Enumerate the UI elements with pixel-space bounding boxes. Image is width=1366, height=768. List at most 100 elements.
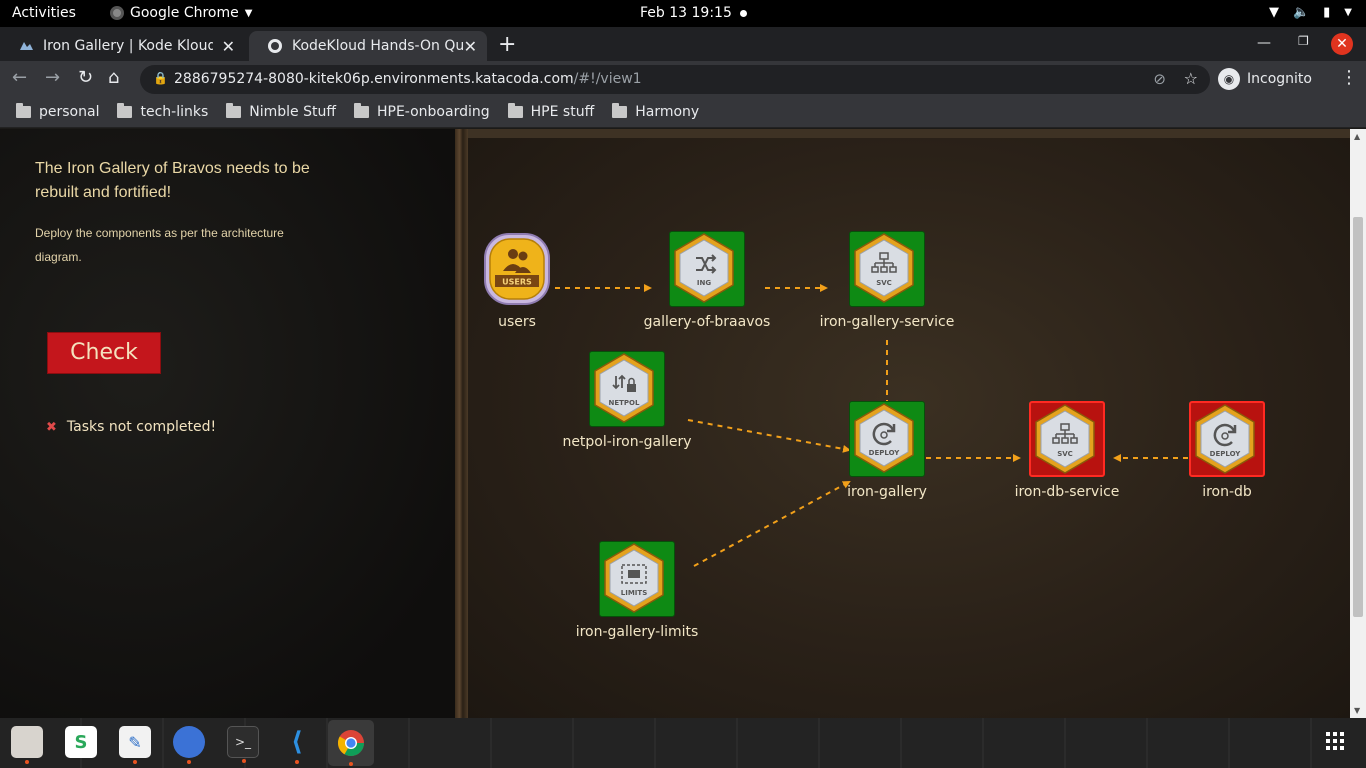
- files-app-icon[interactable]: [11, 726, 43, 764]
- task-instruction: Deploy the components as per the archite…: [35, 226, 284, 264]
- new-tab-button[interactable]: +: [498, 32, 516, 57]
- browser-toolbar: ← → ↻ ⌂ 🔒 2886795274-8080-kitek06p.envir…: [0, 61, 1366, 97]
- folder-icon: [507, 103, 523, 118]
- folder-icon: [117, 103, 133, 118]
- limits-icon: LIMITS: [604, 543, 664, 613]
- bookmark-folder-hpe-onboarding[interactable]: HPE-onboarding: [353, 103, 490, 120]
- node-label-iron-db-service: iron-db-service: [1014, 484, 1120, 500]
- svg-text:DEPLOY: DEPLOY: [1210, 450, 1242, 458]
- node-label-iron-gallery-service: iron-gallery-service: [819, 314, 955, 330]
- activities-button[interactable]: Activities: [12, 5, 76, 21]
- tab-kodekloud-quiz[interactable]: KodeKloud Hands-On Quiz ✕: [249, 31, 487, 61]
- close-tab-icon[interactable]: ✕: [464, 37, 477, 56]
- svg-text:SVC: SVC: [876, 279, 892, 287]
- terminal-app-icon[interactable]: >_: [227, 726, 259, 763]
- incognito-profile-button[interactable]: ◉ Incognito: [1218, 66, 1312, 92]
- chevron-down-icon: ▼: [1344, 7, 1352, 18]
- svg-text:LIMITS: LIMITS: [621, 589, 647, 597]
- wifi-icon: ▼: [1268, 5, 1279, 20]
- page-content: The Iron Gallery of Bravos needs to be r…: [0, 129, 1366, 718]
- bookmark-folder-tech-links[interactable]: tech-links: [117, 103, 208, 120]
- home-icon[interactable]: ⌂: [108, 67, 119, 88]
- chrome-app-icon[interactable]: [328, 720, 374, 766]
- node-iron-db[interactable]: DEPLOY: [1189, 401, 1265, 477]
- bookmark-folder-hpe-stuff[interactable]: HPE stuff: [507, 103, 595, 120]
- task-status-text: Tasks not completed!: [66, 419, 217, 435]
- caret-down-icon: ▼: [244, 7, 253, 19]
- eye-off-icon[interactable]: ⊘: [1153, 70, 1166, 88]
- chromium-app-icon[interactable]: [173, 726, 205, 764]
- vscode-app-icon[interactable]: ⟨: [281, 726, 313, 764]
- edge-netpol-iron-gallery-to-iron-gallery: [687, 419, 851, 453]
- tab-title: Iron Gallery | Kode Kloud: [43, 38, 213, 54]
- node-users[interactable]: USERS: [482, 231, 552, 307]
- node-iron-db-service[interactable]: SVC: [1029, 401, 1105, 477]
- task-headline: The Iron Gallery of Bravos needs to be r…: [35, 160, 310, 201]
- system-tray[interactable]: ▼ 🔈 ▮ ▼: [1269, 5, 1352, 20]
- service-icon: SVC: [854, 233, 914, 303]
- chrome-icon: [110, 6, 124, 20]
- bookmark-folder-personal[interactable]: personal: [16, 103, 100, 120]
- bookmark-folder-nimble-stuff[interactable]: Nimble Stuff: [226, 103, 336, 120]
- bookmarks-bar: personal tech-links Nimble Stuff HPE-onb…: [0, 97, 1366, 128]
- app-menu[interactable]: Google Chrome ▼: [110, 5, 252, 21]
- close-window-icon[interactable]: ✕: [1331, 33, 1353, 55]
- node-iron-gallery-service[interactable]: SVC: [849, 231, 925, 307]
- bookmark-label: personal: [39, 104, 100, 120]
- panel-divider[interactable]: [455, 129, 468, 718]
- notification-dot-icon: [740, 10, 747, 17]
- url-text[interactable]: 2886795274-8080-kitek06p.environments.ka…: [174, 71, 642, 87]
- node-gallery-of-braavos[interactable]: ING: [669, 231, 745, 307]
- globe-icon: [267, 38, 283, 54]
- node-iron-gallery[interactable]: DEPLOY: [849, 401, 925, 477]
- back-arrow-icon[interactable]: ←: [12, 67, 27, 88]
- task-status: ✖ Tasks not completed!: [46, 419, 216, 435]
- scroll-down-icon[interactable]: ▼: [1354, 706, 1360, 715]
- bookmark-label: Nimble Stuff: [249, 104, 336, 120]
- check-button[interactable]: Check: [47, 332, 161, 374]
- forward-arrow-icon[interactable]: →: [45, 67, 60, 88]
- tab-strip: Iron Gallery | Kode Kloud ✕ KodeKloud Ha…: [0, 27, 1366, 61]
- show-apps-grid-icon[interactable]: [1326, 732, 1344, 750]
- taskbar-dock: S ✎ >_ ⟨: [0, 718, 1366, 768]
- bookmark-label: HPE-onboarding: [376, 104, 490, 120]
- reload-icon[interactable]: ↻: [78, 67, 93, 88]
- architecture-diagram: USERS users ING gallery-of-braavos SVC iron-g…: [468, 129, 1350, 718]
- node-label-iron-gallery-limits: iron-gallery-limits: [575, 624, 699, 640]
- bookmark-label: HPE stuff: [530, 104, 595, 120]
- tab-iron-gallery[interactable]: Iron Gallery | Kode Kloud ✕: [0, 31, 245, 61]
- system-top-bar: Activities Google Chrome ▼ Feb 13 19:15 …: [0, 0, 1366, 27]
- svg-text:DEPLOY: DEPLOY: [869, 449, 901, 457]
- bookmark-label: Harmony: [635, 104, 700, 120]
- url-host: 2886795274-8080-kitek06p.environments.ka…: [174, 71, 574, 87]
- incognito-label: Incognito: [1247, 71, 1312, 87]
- address-bar[interactable]: 🔒 2886795274-8080-kitek06p.environments.…: [140, 65, 1210, 94]
- menu-dots-icon[interactable]: ⋮: [1340, 67, 1358, 88]
- users-icon: USERS: [484, 233, 550, 305]
- clock[interactable]: Feb 13 19:15: [640, 5, 732, 21]
- svg-text:NETPOL: NETPOL: [609, 399, 640, 407]
- scroll-up-icon[interactable]: ▲: [1354, 132, 1360, 141]
- node-netpol-iron-gallery[interactable]: NETPOL: [589, 351, 665, 427]
- minimize-icon[interactable]: —: [1257, 35, 1271, 51]
- node-iron-gallery-limits[interactable]: LIMITS: [599, 541, 675, 617]
- scrollbar-thumb[interactable]: [1353, 217, 1363, 617]
- node-label-gallery-of-braavos: gallery-of-braavos: [643, 314, 771, 330]
- text-editor-app-icon[interactable]: ✎: [119, 726, 151, 764]
- folder-icon: [16, 103, 31, 118]
- folder-icon: [226, 103, 242, 118]
- ingress-icon: ING: [674, 233, 734, 303]
- edge-iron-gallery-limits-to-iron-gallery: [693, 481, 851, 567]
- slack-app-icon[interactable]: S: [65, 726, 97, 758]
- close-tab-icon[interactable]: ✕: [222, 37, 235, 56]
- page-scrollbar[interactable]: ▲ ▼: [1350, 129, 1366, 718]
- maximize-icon[interactable]: ❐: [1298, 34, 1309, 48]
- battery-icon: ▮: [1323, 5, 1331, 20]
- bookmark-folder-harmony[interactable]: Harmony: [612, 103, 700, 120]
- bookmark-star-icon[interactable]: ☆: [1184, 69, 1198, 88]
- lock-icon[interactable]: 🔒: [153, 71, 168, 85]
- svg-text:SVC: SVC: [1057, 450, 1073, 458]
- deploy-icon: DEPLOY: [854, 403, 914, 473]
- netpol-icon: NETPOL: [594, 353, 654, 423]
- error-x-icon: ✖: [46, 419, 57, 435]
